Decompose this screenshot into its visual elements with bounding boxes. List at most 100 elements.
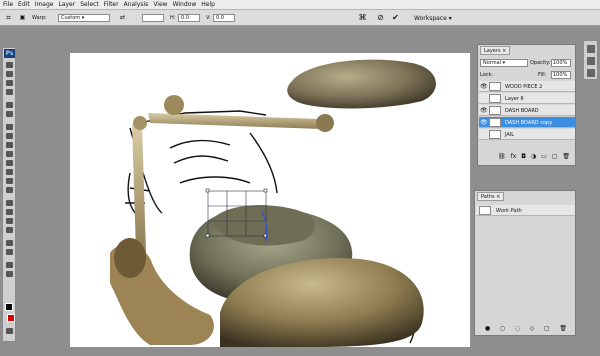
log-end	[114, 238, 146, 278]
paths-footer: ● ○ ◌ ◇ ▢ 🗑	[485, 325, 567, 333]
toggle-mode-icon[interactable]: ⌘	[358, 13, 367, 22]
workspace-button[interactable]: Workspace ▾	[414, 13, 452, 23]
make-path-icon[interactable]: ◇	[530, 325, 535, 333]
mask-icon[interactable]: ◘	[521, 153, 526, 161]
visibility-eye-icon[interactable]: 👁	[480, 107, 488, 114]
layer-row-dash-board-copy[interactable]: 👁 DASH BOARD copy	[479, 117, 575, 128]
marquee-tool-icon[interactable]	[6, 71, 13, 77]
menu-select[interactable]: Select	[80, 1, 99, 8]
load-selection-icon[interactable]: ◌	[515, 325, 520, 333]
h-field[interactable]: 0.0	[178, 14, 200, 22]
warp-style-value: Custom	[61, 15, 81, 21]
options-bar: ⌗ ▣ Warp: Custom ▾ ⇄ H: 0.0 V: 0.0 ⌘ ⊘ ✔…	[0, 10, 600, 26]
warp-orientation-icon[interactable]: ⇄	[118, 13, 127, 22]
quick-mask-icon[interactable]	[6, 328, 13, 334]
menu-file[interactable]: File	[3, 1, 13, 8]
slice-tool-icon[interactable]	[6, 111, 13, 117]
floating-rock	[287, 59, 436, 109]
menu-filter[interactable]: Filter	[104, 1, 119, 8]
layer-row-layer-6[interactable]: Layer 6	[479, 93, 575, 104]
blur-tool-icon[interactable]	[6, 178, 13, 184]
lasso-tool-icon[interactable]	[6, 80, 13, 86]
trash-icon[interactable]: 🗑	[562, 153, 570, 161]
document-canvas[interactable]	[70, 53, 470, 347]
crop-tool-icon[interactable]	[6, 102, 13, 108]
clone-stamp-tool-icon[interactable]	[6, 142, 13, 148]
dock-history-icon[interactable]	[587, 45, 595, 53]
layer-name: JAIL	[505, 132, 515, 138]
bend-field[interactable]	[142, 14, 164, 22]
fill-path-icon[interactable]: ●	[485, 325, 490, 333]
paths-tab[interactable]: Paths ×	[477, 192, 505, 201]
menu-view[interactable]: View	[153, 1, 167, 8]
layers-panel: Layers × Normal ▾ Opacity: 100% Lock: Fi…	[477, 44, 576, 166]
eraser-tool-icon[interactable]	[6, 160, 13, 166]
healing-brush-tool-icon[interactable]	[6, 124, 13, 130]
layer-thumbnail	[489, 130, 501, 139]
3d-rotate-tool-icon[interactable]	[6, 240, 13, 246]
warp-style-select[interactable]: Custom ▾	[58, 14, 110, 22]
new-path-icon[interactable]: ▢	[544, 325, 550, 333]
background-color-swatch[interactable]	[7, 314, 15, 322]
layer-name: DASH BOARD copy	[505, 120, 553, 126]
move-tool-icon[interactable]	[6, 62, 13, 68]
layers-footer: ⛓ fx ◘ ◑ ▭ ▢ 🗑	[498, 153, 570, 161]
commit-transform-icon[interactable]: ✔	[391, 13, 400, 22]
type-tool-icon[interactable]	[6, 209, 13, 215]
fx-icon[interactable]: fx	[511, 153, 517, 161]
layer-name: WOOD PIECE 2	[505, 84, 543, 90]
visibility-eye-icon[interactable]: 👁	[480, 83, 488, 90]
dock-swatches-icon[interactable]	[587, 69, 595, 77]
new-layer-icon[interactable]: ▢	[552, 153, 558, 161]
frame-knot-left	[164, 95, 184, 115]
visibility-eye-icon[interactable]: 👁	[480, 119, 488, 126]
layer-name: DASH BOARD	[505, 108, 539, 114]
3d-orbit-tool-icon[interactable]	[6, 249, 13, 255]
delete-path-icon[interactable]: 🗑	[559, 325, 567, 333]
stroke-path-icon[interactable]: ○	[500, 325, 505, 333]
cancel-transform-icon[interactable]: ⊘	[376, 13, 385, 22]
layer-row-wood-piece-2[interactable]: 👁 WOOD PIECE 2	[479, 81, 575, 92]
adjustment-icon[interactable]: ◑	[531, 153, 536, 161]
gradient-tool-icon[interactable]	[6, 169, 13, 175]
menu-analysis[interactable]: Analysis	[124, 1, 149, 8]
wooden-frame-left	[132, 125, 146, 253]
layer-thumbnail	[489, 82, 501, 91]
transform-toggle-icon[interactable]: ▣	[18, 13, 27, 22]
magic-wand-tool-icon[interactable]	[6, 89, 13, 95]
group-icon[interactable]: ▭	[541, 153, 547, 161]
pen-tool-icon[interactable]	[6, 200, 13, 206]
menu-layer[interactable]: Layer	[58, 1, 75, 8]
v-label: V:	[206, 15, 211, 21]
layer-thumbnail	[489, 118, 501, 127]
warp-tool-icon[interactable]: ⌗	[4, 13, 13, 22]
right-dock-strip	[583, 40, 598, 80]
canvas-artwork	[110, 59, 436, 347]
blend-mode-select[interactable]: Normal ▾	[480, 59, 528, 67]
opacity-field[interactable]: 100%	[551, 59, 571, 67]
dock-actions-icon[interactable]	[587, 57, 595, 65]
layer-thumbnail	[489, 94, 501, 103]
menu-edit[interactable]: Edit	[18, 1, 30, 8]
zoom-tool-icon[interactable]	[6, 271, 13, 277]
path-selection-tool-icon[interactable]	[6, 218, 13, 224]
path-row-work-path[interactable]: Work Path	[476, 205, 575, 216]
link-layers-icon[interactable]: ⛓	[498, 153, 506, 161]
foreground-color-swatch[interactable]	[5, 303, 13, 311]
fill-label: Fill:	[538, 72, 547, 78]
layer-name: Layer 6	[505, 96, 524, 102]
v-field[interactable]: 0.0	[213, 14, 235, 22]
hand-tool-icon[interactable]	[6, 262, 13, 268]
layer-row-dash-board[interactable]: 👁 DASH BOARD	[479, 105, 575, 116]
frame-joint	[133, 116, 147, 130]
menu-image[interactable]: Image	[35, 1, 54, 8]
brush-tool-icon[interactable]	[6, 133, 13, 139]
layer-row-jail[interactable]: JAIL	[479, 129, 575, 140]
history-brush-tool-icon[interactable]	[6, 151, 13, 157]
layers-tab[interactable]: Layers ×	[480, 46, 511, 55]
fill-field[interactable]: 100%	[551, 71, 571, 79]
shape-tool-icon[interactable]	[6, 227, 13, 233]
menu-help[interactable]: Help	[201, 1, 215, 8]
menu-window[interactable]: Window	[173, 1, 197, 8]
dodge-tool-icon[interactable]	[6, 187, 13, 193]
